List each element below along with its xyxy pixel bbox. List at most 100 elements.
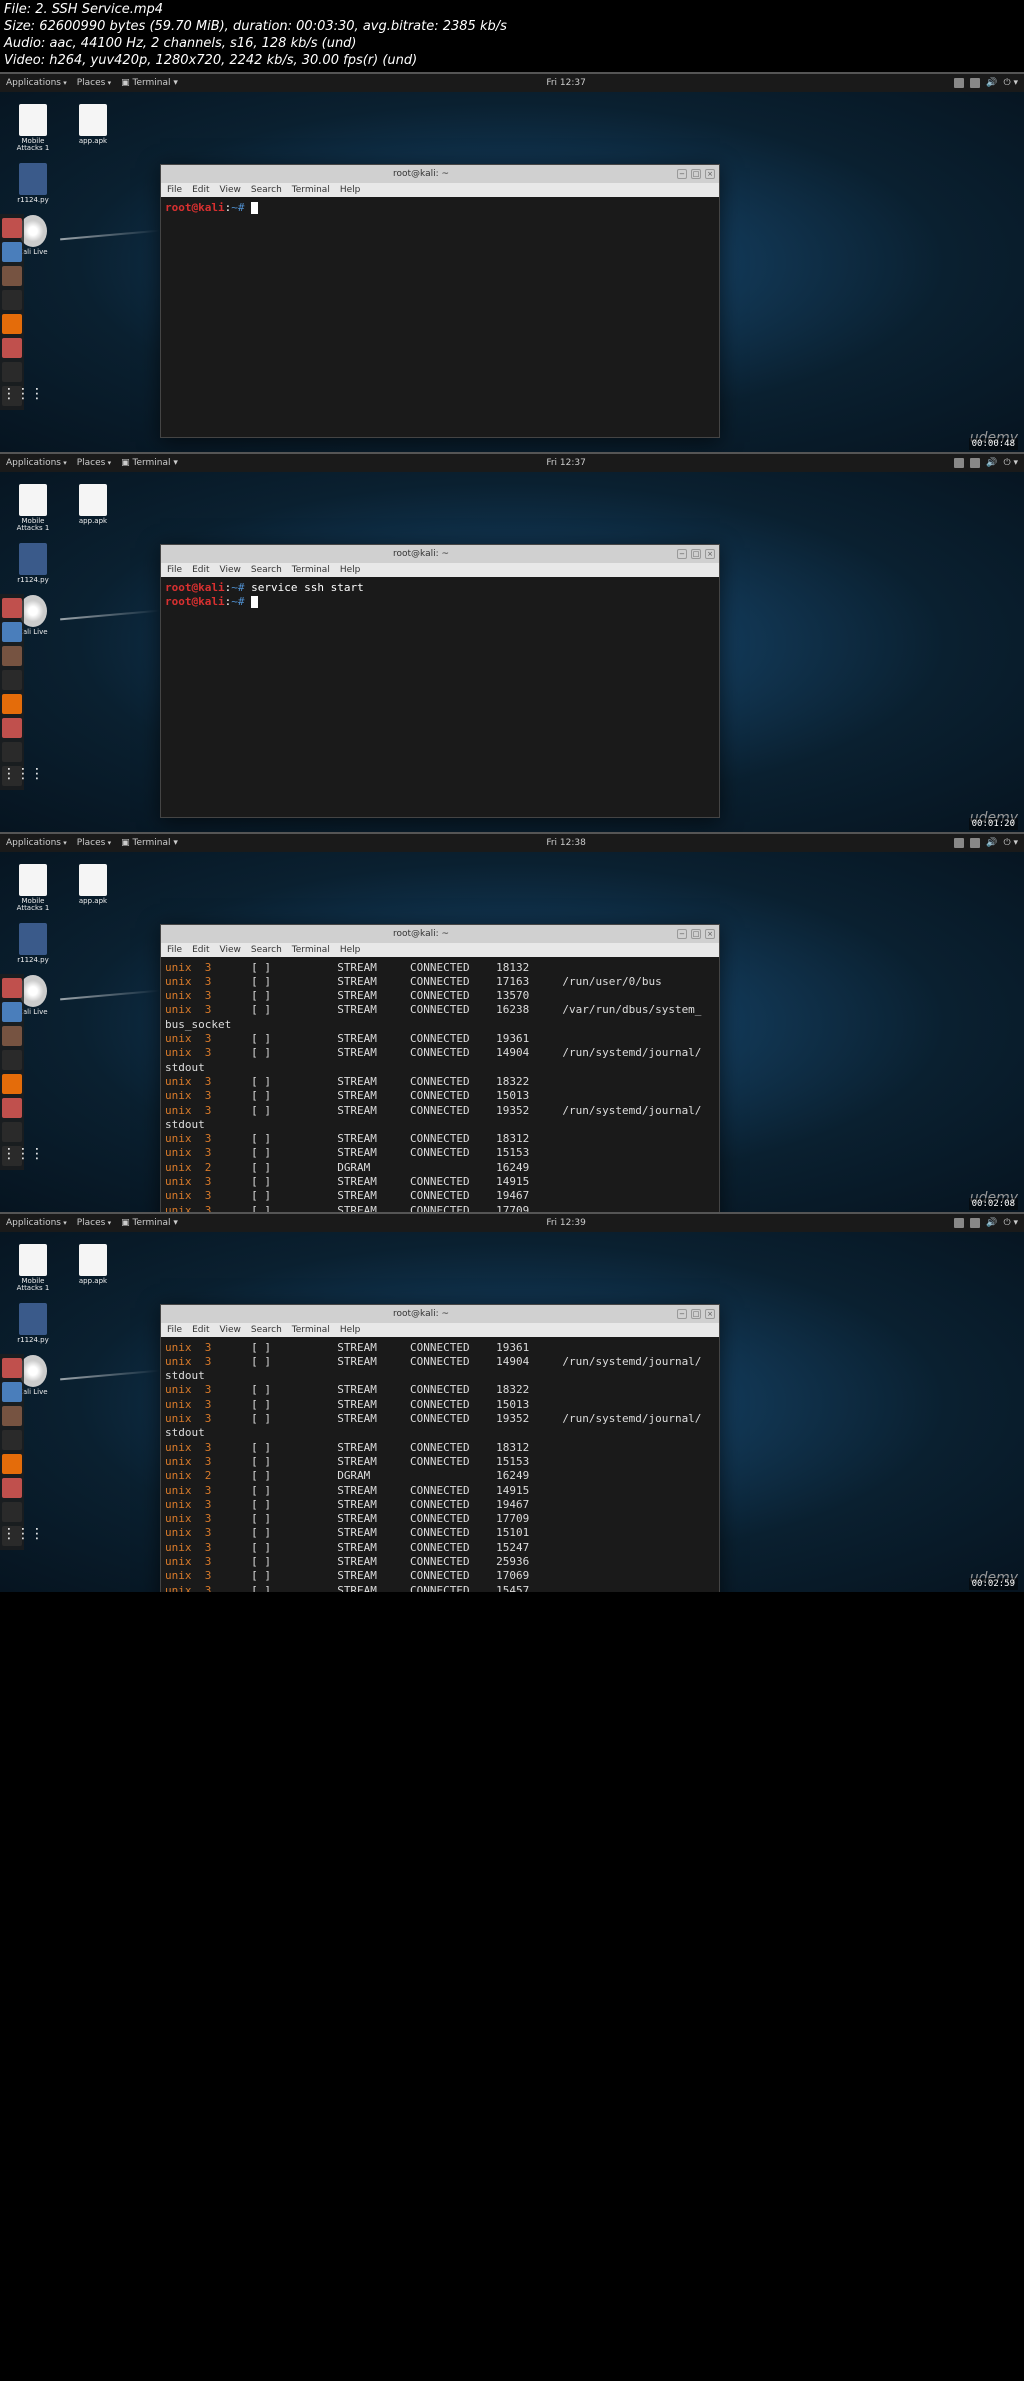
- desktop-file-mobile[interactable]: Mobile Attacks 1: [12, 104, 54, 153]
- menu-help[interactable]: Help: [340, 1325, 361, 1335]
- places-menu[interactable]: Places: [77, 838, 111, 848]
- applications-menu[interactable]: Applications: [6, 78, 67, 88]
- applications-menu[interactable]: Applications: [6, 458, 67, 468]
- menu-search[interactable]: Search: [251, 565, 282, 575]
- menu-edit[interactable]: Edit: [192, 1325, 209, 1335]
- dock-item[interactable]: [2, 338, 22, 358]
- desktop-file-py[interactable]: r1124.py: [12, 163, 54, 205]
- recorder-icon[interactable]: [954, 1218, 964, 1228]
- dock-item[interactable]: [2, 1358, 22, 1378]
- terminal-titlebar[interactable]: root@kali: ~ − □ ×: [161, 165, 719, 183]
- desktop-file-mobile[interactable]: Mobile Attacks 1: [12, 1244, 54, 1293]
- dock-item[interactable]: [2, 1122, 22, 1142]
- clock[interactable]: Fri 12:38: [178, 838, 954, 848]
- menu-view[interactable]: View: [220, 185, 241, 195]
- terminal-window[interactable]: root@kali: ~ − □ × File Edit View Search Ter…: [160, 924, 720, 1212]
- maximize-button[interactable]: □: [691, 169, 701, 179]
- menu-search[interactable]: Search: [251, 185, 282, 195]
- menu-view[interactable]: View: [220, 565, 241, 575]
- dock-item[interactable]: [2, 646, 22, 666]
- dock-apps-icon[interactable]: ⋮⋮⋮: [2, 1146, 22, 1166]
- terminal-output[interactable]: root@kali:~#: [161, 197, 719, 437]
- menu-file[interactable]: File: [167, 565, 182, 575]
- dock-item[interactable]: [2, 718, 22, 738]
- volume-icon[interactable]: 🔊: [986, 458, 997, 468]
- dock-item[interactable]: [2, 1502, 22, 1522]
- dock-item[interactable]: [2, 266, 22, 286]
- terminal-window[interactable]: root@kali: ~ − □ × File Edit View Search Ter…: [160, 164, 720, 438]
- dock-item[interactable]: [2, 742, 22, 762]
- desktop-file-app[interactable]: app.apk: [72, 104, 114, 153]
- recorder-icon[interactable]: [954, 78, 964, 88]
- terminal-indicator[interactable]: ▣ Terminal ▾: [121, 1218, 178, 1228]
- power-icon[interactable]: ⏻ ▾: [1004, 78, 1019, 88]
- volume-icon[interactable]: 🔊: [986, 78, 997, 88]
- desktop-file-app[interactable]: app.apk: [72, 484, 114, 533]
- menu-search[interactable]: Search: [251, 945, 282, 955]
- dock-item[interactable]: [2, 314, 22, 334]
- menu-file[interactable]: File: [167, 945, 182, 955]
- terminal-window[interactable]: root@kali: ~ − □ × FileEditViewSearchTer…: [160, 1304, 720, 1592]
- menu-edit[interactable]: Edit: [192, 945, 209, 955]
- maximize-button[interactable]: □: [691, 1309, 701, 1319]
- places-menu[interactable]: Places: [77, 458, 111, 468]
- terminal-output[interactable]: root@kali:~# service ssh start root@kali…: [161, 577, 719, 817]
- close-button[interactable]: ×: [705, 169, 715, 179]
- dock-apps-icon[interactable]: ⋮⋮⋮: [2, 1526, 22, 1546]
- menu-help[interactable]: Help: [340, 565, 361, 575]
- power-icon[interactable]: ⏻ ▾: [1004, 458, 1019, 468]
- terminal-window[interactable]: root@kali: ~ − □ × File Edit View Search Ter…: [160, 544, 720, 818]
- minimize-button[interactable]: −: [677, 1309, 687, 1319]
- desktop-file-app[interactable]: app.apk: [72, 864, 114, 913]
- menu-terminal[interactable]: Terminal: [292, 945, 330, 955]
- dock-item[interactable]: [2, 218, 22, 238]
- network-icon[interactable]: [970, 78, 980, 88]
- desktop-file-app[interactable]: app.apk: [72, 1244, 114, 1293]
- terminal-output[interactable]: unix 3 [ ] STREAM CONNECTED 19361 unix 3…: [161, 1337, 719, 1592]
- menu-edit[interactable]: Edit: [192, 185, 209, 195]
- dock-item[interactable]: [2, 1074, 22, 1094]
- terminal-titlebar[interactable]: root@kali: ~ − □ ×: [161, 925, 719, 943]
- menu-search[interactable]: Search: [251, 1325, 282, 1335]
- terminal-indicator[interactable]: ▣ Terminal ▾: [121, 458, 178, 468]
- recorder-icon[interactable]: [954, 838, 964, 848]
- terminal-titlebar[interactable]: root@kali: ~ − □ ×: [161, 545, 719, 563]
- dock-item[interactable]: [2, 1406, 22, 1426]
- menu-help[interactable]: Help: [340, 945, 361, 955]
- clock[interactable]: Fri 12:37: [178, 458, 954, 468]
- desktop-file-mobile[interactable]: Mobile Attacks 1: [12, 864, 54, 913]
- minimize-button[interactable]: −: [677, 929, 687, 939]
- close-button[interactable]: ×: [705, 549, 715, 559]
- clock[interactable]: Fri 12:37: [178, 78, 954, 88]
- dock-apps-icon[interactable]: ⋮⋮⋮: [2, 386, 22, 406]
- menu-terminal[interactable]: Terminal: [292, 565, 330, 575]
- dock-item[interactable]: [2, 1430, 22, 1450]
- places-menu[interactable]: Places: [77, 1218, 111, 1228]
- dock-item[interactable]: [2, 1050, 22, 1070]
- places-menu[interactable]: Places: [77, 78, 111, 88]
- menu-file[interactable]: File: [167, 185, 182, 195]
- menu-terminal[interactable]: Terminal: [292, 185, 330, 195]
- clock[interactable]: Fri 12:39: [178, 1218, 954, 1228]
- dock-item[interactable]: [2, 622, 22, 642]
- menu-help[interactable]: Help: [340, 185, 361, 195]
- maximize-button[interactable]: □: [691, 929, 701, 939]
- dock-item[interactable]: [2, 694, 22, 714]
- close-button[interactable]: ×: [705, 929, 715, 939]
- maximize-button[interactable]: □: [691, 549, 701, 559]
- menu-terminal[interactable]: Terminal: [292, 1325, 330, 1335]
- desktop-file-py[interactable]: r1124.py: [12, 1303, 54, 1345]
- recorder-icon[interactable]: [954, 458, 964, 468]
- close-button[interactable]: ×: [705, 1309, 715, 1319]
- desktop-file-mobile[interactable]: Mobile Attacks 1: [12, 484, 54, 533]
- dock-item[interactable]: [2, 598, 22, 618]
- terminal-indicator[interactable]: ▣ Terminal ▾: [121, 838, 178, 848]
- dock-item[interactable]: [2, 1478, 22, 1498]
- menu-edit[interactable]: Edit: [192, 565, 209, 575]
- terminal-titlebar[interactable]: root@kali: ~ − □ ×: [161, 1305, 719, 1323]
- terminal-output[interactable]: unix 3 [ ] STREAM CONNECTED 18132 unix 3…: [161, 957, 719, 1212]
- dock-item[interactable]: [2, 362, 22, 382]
- terminal-indicator[interactable]: ▣ Terminal ▾: [121, 78, 178, 88]
- dock-item[interactable]: [2, 1454, 22, 1474]
- menu-view[interactable]: View: [220, 945, 241, 955]
